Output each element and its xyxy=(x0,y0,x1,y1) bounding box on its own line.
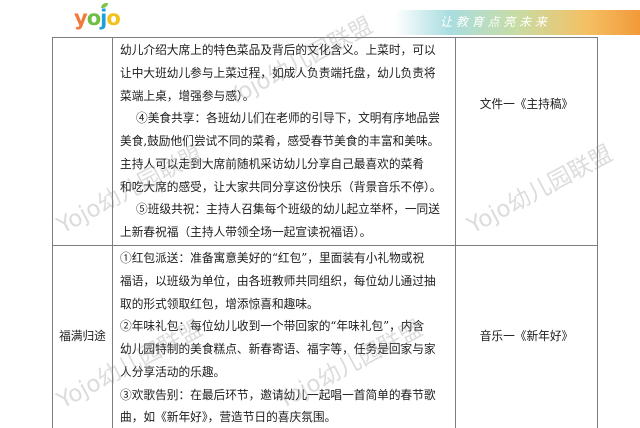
resource-cell: 音乐一《新年好》 xyxy=(456,246,597,428)
yojo-logo: yojo xyxy=(74,3,121,32)
content-line: ⑤班级共祝：主持人召集每个班级的幼儿起立举杯，一同送 xyxy=(136,202,440,217)
resource-cell: 文件一《主持稿》 xyxy=(456,38,597,245)
content-line: ③欢歌告别：在最后环节，邀请幼儿一起唱一首简单的春节歌 xyxy=(120,387,436,402)
content-line: 曲，如《新年好》，营造节日的喜庆氛围。 xyxy=(120,410,337,425)
logo-letter: o xyxy=(106,6,120,30)
table-row: 福满归途 ①红包派送：准备寓意美好的“红包”，里面装有小礼物或祝 福语，以班级为… xyxy=(53,246,597,428)
content-line: 取的形式领取红包，增添惊喜和趣味。 xyxy=(120,296,319,311)
logo-letter: y xyxy=(74,6,88,30)
slogan-text: 让 教 育 点 亮 未 来 xyxy=(440,15,547,29)
document-page: yojo 让 教 育 点 亮 未 来 幼儿介绍大席上的特色菜品及背后的文化含义。… xyxy=(0,0,640,428)
section-cell: 福满归途 xyxy=(53,246,113,428)
content-line: 让中大班幼儿参与上菜过程，如成人负责端托盘，幼儿负责将 xyxy=(120,65,436,80)
content-line: 主持人可以走到大席前随机采访幼儿分享自己最喜欢的菜肴 xyxy=(120,156,424,171)
activity-table: 幼儿介绍大席上的特色菜品及背后的文化含义。上菜时，可以 让中大班幼儿参与上菜过程… xyxy=(52,37,598,428)
content-line: 人分享活动的乐趣。 xyxy=(120,364,226,379)
resource-text: 音乐一《新年好》 xyxy=(479,329,574,343)
content-cell: ①红包派送：准备寓意美好的“红包”，里面装有小礼物或祝 福语，以班级为单位，由各… xyxy=(113,246,456,428)
content-line: 和吃大席的感受，让大家共同分享这份快乐（背景音乐不停）。 xyxy=(120,179,442,194)
content-line: 幼儿园特制的美食糕点、新春寄语、福字等，任务是回家与家 xyxy=(120,342,436,356)
content-line: 菜端上桌，增强参与感）。 xyxy=(120,88,255,103)
content-line: ②年味礼包：每位幼儿收到一个带回家的“年味礼包”，内含 xyxy=(120,319,425,334)
content-line: 美食,鼓励他们尝试不同的菜肴，感受春节美食的丰富和美味。 xyxy=(120,134,440,148)
content-line: 福语，以班级为单位，由各班教师共同组织，每位幼儿通过抽 xyxy=(120,273,436,288)
resource-text: 文件一《主持稿》 xyxy=(479,97,574,111)
content-line: 上新春祝福（主持人带领全场一起宣读祝福语）。 xyxy=(120,225,372,239)
slogan-banner: 让 教 育 点 亮 未 来 xyxy=(395,10,640,35)
content-line: 幼儿介绍大席上的特色菜品及背后的文化含义。上菜时，可以 xyxy=(120,43,436,57)
content-line: ①红包派送：准备寓意美好的“红包”，里面装有小礼物或祝 xyxy=(120,251,425,265)
table-row: 幼儿介绍大席上的特色菜品及背后的文化含义。上菜时，可以 让中大班幼儿参与上菜过程… xyxy=(53,38,597,246)
section-cell xyxy=(53,38,113,245)
content-line: ④美食共享：各班幼儿们在老师的引导下，文明有序地品尝 xyxy=(136,111,440,126)
section-title: 福满归途 xyxy=(59,329,106,343)
content-cell: 幼儿介绍大席上的特色菜品及背后的文化含义。上菜时，可以 让中大班幼儿参与上菜过程… xyxy=(113,38,456,245)
logo-letter: o xyxy=(86,6,101,30)
